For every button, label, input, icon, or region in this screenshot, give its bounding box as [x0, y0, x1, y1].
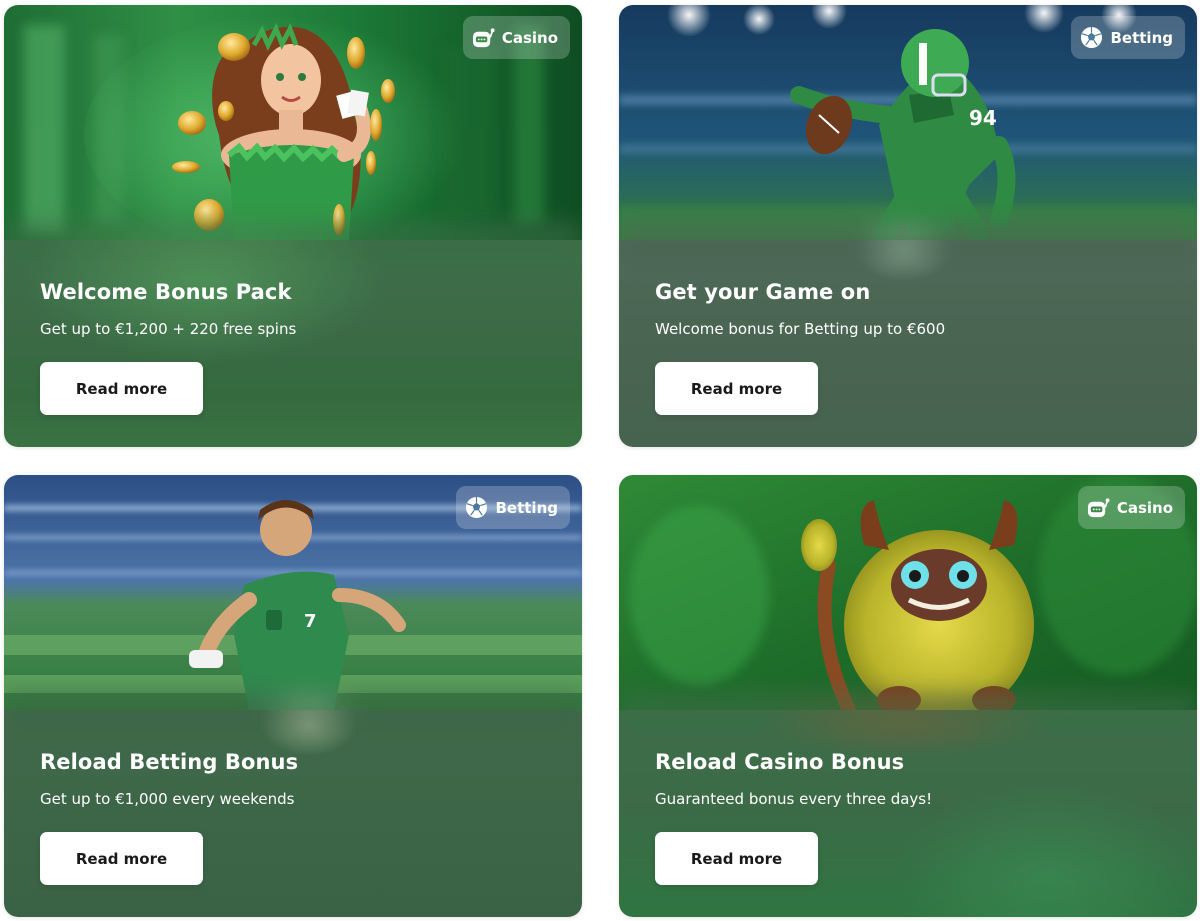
card-subtitle: Get up to €1,200 + 220 free spins	[40, 320, 297, 338]
card-title: Welcome Bonus Pack	[40, 280, 292, 304]
slot-machine-icon	[472, 28, 495, 48]
read-more-button[interactable]: Read more	[40, 832, 203, 885]
promo-card-reload-casino-bonus: Casino Reload Casino Bonus Guaranteed bo…	[619, 475, 1197, 917]
badge-label: Betting	[1110, 28, 1173, 47]
promo-card-get-your-game-on: 94 Betting Get your Game on Welcome bonu…	[619, 5, 1197, 447]
read-more-button[interactable]: Read more	[655, 362, 818, 415]
category-badge: Betting	[456, 486, 570, 529]
card-subtitle: Guaranteed bonus every three days!	[655, 790, 933, 808]
card-subtitle: Get up to €1,000 every weekends	[40, 790, 295, 808]
category-badge: Casino	[1077, 486, 1185, 529]
card-banner-image: 7 Betting	[4, 475, 582, 710]
slot-machine-icon	[1087, 498, 1110, 518]
card-body: Reload Betting Bonus Get up to €1,000 ev…	[4, 710, 582, 917]
read-more-button[interactable]: Read more	[40, 362, 203, 415]
card-title: Get your Game on	[655, 280, 871, 304]
jersey-number: 94	[969, 106, 997, 130]
card-subtitle: Welcome bonus for Betting up to €600	[655, 320, 946, 338]
soccer-ball-icon	[1081, 26, 1103, 49]
card-title: Reload Betting Bonus	[40, 750, 299, 774]
read-more-button[interactable]: Read more	[655, 832, 818, 885]
card-body: Welcome Bonus Pack Get up to €1,200 + 22…	[4, 240, 582, 447]
category-badge: Betting	[1071, 16, 1185, 59]
badge-label: Betting	[495, 498, 558, 517]
badge-label: Casino	[501, 28, 558, 47]
card-body: Get your Game on Welcome bonus for Betti…	[619, 240, 1197, 447]
promo-card-reload-betting-bonus: 7 Betting Reload Betting Bonus Get up to…	[4, 475, 582, 917]
card-banner-image: Casino	[4, 5, 582, 240]
card-body: Reload Casino Bonus Guaranteed bonus eve…	[619, 710, 1197, 917]
card-banner-image: 94 Betting	[619, 5, 1197, 240]
card-title: Reload Casino Bonus	[655, 750, 905, 774]
category-badge: Casino	[462, 16, 570, 59]
card-banner-image: Casino	[619, 475, 1197, 710]
soccer-ball-icon	[466, 496, 488, 519]
promo-card-welcome-bonus-pack: Casino Welcome Bonus Pack Get up to €1,2…	[4, 5, 582, 447]
jersey-number: 7	[304, 611, 317, 632]
badge-label: Casino	[1116, 498, 1173, 517]
